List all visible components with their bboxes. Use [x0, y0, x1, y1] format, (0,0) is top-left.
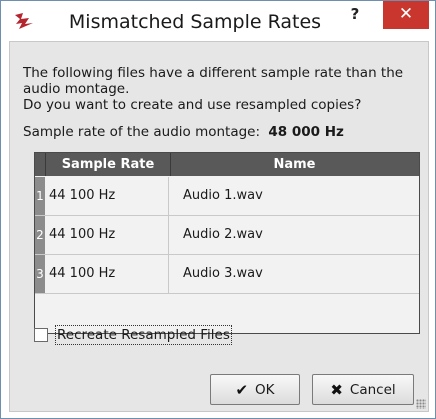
table-corner: [35, 153, 46, 176]
row-number: 2: [35, 216, 45, 254]
montage-rate: Sample rate of the audio montage: 48 000…: [23, 124, 344, 140]
cell-file-name: Audio 3.wav: [183, 266, 263, 281]
dialog-body: The following files have a different sam…: [9, 41, 429, 412]
table-row[interactable]: 3 44 100 Hz Audio 3.wav: [35, 255, 419, 294]
dialog-title: Mismatched Sample Rates: [68, 11, 322, 33]
montage-rate-value: 48 000 Hz: [268, 124, 344, 140]
cancel-label: Cancel: [349, 381, 396, 398]
row-number: 1: [35, 177, 45, 215]
cell-file-name: Audio 2.wav: [183, 227, 263, 242]
resize-grip[interactable]: [416, 399, 426, 409]
close-button[interactable]: ✕: [383, 1, 429, 29]
montage-rate-label: Sample rate of the audio montage:: [23, 124, 261, 140]
table-row[interactable]: 2 44 100 Hz Audio 2.wav: [35, 216, 419, 255]
ok-label: OK: [255, 381, 275, 398]
cell-file-name: Audio 1.wav: [183, 188, 263, 203]
row-number: 3: [35, 255, 45, 293]
cancel-button[interactable]: ✖ Cancel: [312, 374, 414, 405]
x-icon: ✖: [330, 380, 343, 399]
recreate-checkbox[interactable]: [34, 328, 48, 342]
help-button[interactable]: ?: [340, 3, 370, 27]
table-header: Sample Rate Name: [35, 153, 419, 176]
dialog-window: Mismatched Sample Rates ? ✕ The followin…: [0, 0, 436, 419]
message-text: The following files have a different sam…: [23, 65, 421, 113]
cell-sample-rate: 44 100 Hz: [47, 177, 169, 215]
checkmark-icon: ✔: [235, 380, 249, 399]
cell-sample-rate: 44 100 Hz: [47, 255, 169, 293]
column-header-name[interactable]: Name: [171, 153, 418, 176]
message-line-2: Do you want to create and use resampled …: [23, 97, 362, 113]
table-row[interactable]: 1 44 100 Hz Audio 1.wav: [35, 177, 419, 216]
title-bar[interactable]: Mismatched Sample Rates ? ✕: [1, 1, 435, 41]
ok-button[interactable]: ✔ OK: [210, 374, 300, 405]
cell-sample-rate: 44 100 Hz: [47, 216, 169, 254]
recreate-label[interactable]: Recreate Resampled Files: [55, 325, 232, 345]
message-line-1: The following files have a different sam…: [23, 65, 404, 97]
files-table[interactable]: Sample Rate Name 1 44 100 Hz Audio 1.wav…: [34, 152, 420, 334]
column-header-sample-rate[interactable]: Sample Rate: [46, 153, 171, 176]
